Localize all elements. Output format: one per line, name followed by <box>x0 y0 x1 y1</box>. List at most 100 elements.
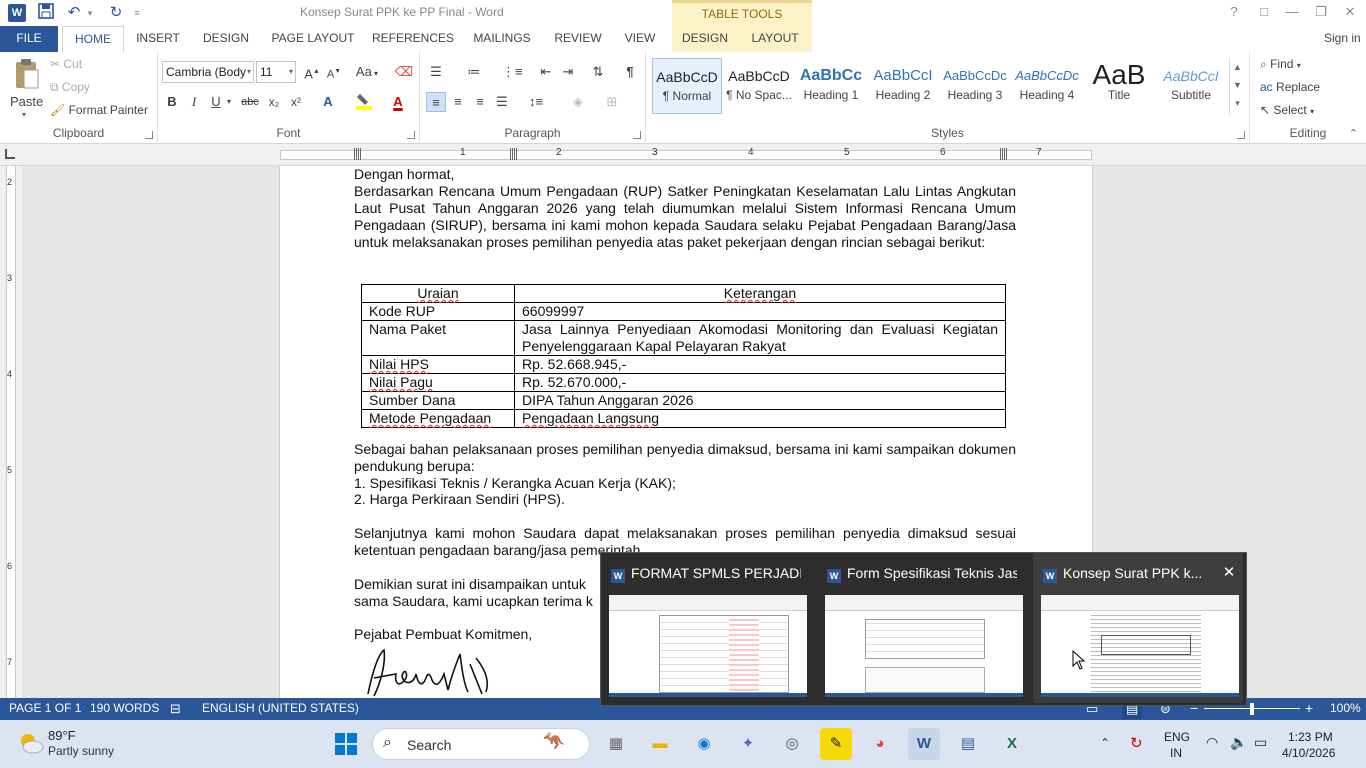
sync-icon[interactable]: ↻ <box>1130 734 1143 752</box>
zoom-slider-thumb[interactable] <box>1250 703 1254 715</box>
close-button[interactable]: ✕ <box>1340 3 1360 21</box>
battery-icon[interactable]: ▭ <box>1254 734 1267 751</box>
customize-qat-icon[interactable]: ≡ <box>130 3 144 23</box>
save-icon[interactable] <box>36 3 56 23</box>
style-heading-1[interactable]: AaBbCc Heading 1 <box>796 58 866 114</box>
opening-paragraph[interactable]: Berdasarkan Rencana Umum Pengadaan (RUP)… <box>354 183 1016 251</box>
language-line-1[interactable]: ENG <box>1164 730 1190 744</box>
style-no-spacing[interactable]: AaBbCcD ¶ No Spac... <box>724 58 794 114</box>
sticky-notes-icon[interactable]: ✎ <box>820 728 852 760</box>
decrease-indent-icon[interactable]: ⇤ <box>536 62 556 82</box>
collapse-ribbon-icon[interactable]: ⌃ <box>1349 127 1358 140</box>
style-heading-2[interactable]: AaBbCcI Heading 2 <box>868 58 938 114</box>
table-cell[interactable]: Pengadaan Langsung <box>514 409 1006 428</box>
table-cell[interactable]: Rp. 52.670.000,- <box>514 373 1006 392</box>
table-cell[interactable]: Jasa Lainnya Penyediaan Akomodasi Monito… <box>514 320 1006 356</box>
font-launcher-icon[interactable] <box>407 131 415 139</box>
weather-desc[interactable]: Partly sunny <box>48 744 114 758</box>
taskbar-search[interactable]: ⌕ Search 🦘 <box>372 728 590 760</box>
shrink-font-button[interactable]: A▼ <box>324 62 344 82</box>
style-heading-4[interactable]: AaBbCcDc Heading 4 <box>1012 58 1082 114</box>
tab-file[interactable]: FILE <box>0 26 58 52</box>
table-cell[interactable]: DIPA Tahun Anggaran 2026 <box>514 391 1006 410</box>
clock-date[interactable]: 4/10/2026 <box>1282 746 1335 760</box>
language-line-2[interactable]: IN <box>1170 746 1182 760</box>
align-center-icon[interactable]: ≡ <box>448 92 468 112</box>
styles-launcher-icon[interactable] <box>1237 131 1245 139</box>
excel-icon[interactable]: X <box>996 728 1028 760</box>
weather-icon[interactable] <box>16 730 44 756</box>
sort-icon[interactable]: ⇅ <box>588 62 608 82</box>
cut-button[interactable]: ✂ Cut <box>50 57 82 71</box>
tab-selector-icon[interactable] <box>5 149 15 159</box>
subscript-button[interactable]: x₂ <box>264 92 284 112</box>
style-heading-3[interactable]: AaBbCcDc Heading 3 <box>940 58 1010 114</box>
replace-button[interactable]: ac Replace <box>1260 80 1320 94</box>
tab-mailings[interactable]: MAILINGS <box>464 26 540 52</box>
table-cell[interactable]: Nama Paket <box>361 320 515 356</box>
window-preview-1[interactable]: WFORMAT SPMLS PERJADIN... <box>601 553 811 703</box>
edge-icon[interactable]: ◉ <box>688 728 720 760</box>
zoom-level[interactable]: 100% <box>1330 698 1361 719</box>
tab-references[interactable]: REFERENCES <box>370 26 456 52</box>
table-cell[interactable]: Nilai Pagu <box>361 373 515 392</box>
ribbon-display-button[interactable]: □ <box>1254 3 1274 21</box>
style-title[interactable]: AaB Title <box>1084 58 1154 114</box>
proofing-icon[interactable]: ⊟ <box>170 698 181 719</box>
window-preview-2[interactable]: W Form Spesifikasi Teknis Jas... <box>817 553 1027 703</box>
numbering-icon[interactable]: ≔ <box>464 62 484 82</box>
tab-home[interactable]: HOME <box>62 26 124 53</box>
table-cell[interactable]: Sumber Dana <box>361 391 515 410</box>
table-cell[interactable]: Kode RUP <box>361 302 515 321</box>
table-cell[interactable]: Nilai HPS <box>361 355 515 374</box>
volume-icon[interactable]: 🔈 <box>1230 734 1247 751</box>
bold-button[interactable]: B <box>162 92 182 112</box>
select-button[interactable]: ↖ Select ▾ <box>1260 103 1314 117</box>
redo-icon[interactable]: ↻ <box>106 3 126 23</box>
grow-font-button[interactable]: A▲ <box>302 62 322 82</box>
word-taskbar-icon[interactable]: W <box>908 728 940 760</box>
table-cell[interactable]: Rp. 52.668.945,- <box>514 355 1006 374</box>
weather-temp[interactable]: 89°F <box>48 728 76 743</box>
word-count[interactable]: 190 WORDS <box>90 698 159 719</box>
undo-icon[interactable]: ↶ <box>64 3 84 23</box>
clipboard-launcher-icon[interactable] <box>145 131 153 139</box>
clock-time[interactable]: 1:23 PM <box>1288 730 1333 744</box>
copilot-icon[interactable]: ✦ <box>732 728 764 760</box>
table-column-marker[interactable] <box>354 148 362 160</box>
underline-button[interactable]: U <box>206 92 226 112</box>
font-family-select[interactable]: Cambria (Body ▾ <box>162 61 254 83</box>
table-column-marker[interactable] <box>1000 148 1008 160</box>
greeting-text[interactable]: Dengan hormat, <box>354 166 1016 183</box>
font-size-select[interactable]: 11 ▾ <box>256 61 296 83</box>
show-formatting-button[interactable]: ¶ <box>620 62 640 82</box>
file-explorer-icon[interactable]: ▬ <box>644 728 676 760</box>
tab-review[interactable]: REVIEW <box>548 26 608 52</box>
table-cell[interactable]: Metode Pengadaan <box>361 409 515 428</box>
style-normal[interactable]: AaBbCcD ¶ Normal <box>652 58 722 114</box>
chrome-icon[interactable]: ◕ <box>864 728 896 760</box>
undo-dropdown-icon[interactable]: ▾ <box>84 3 96 23</box>
find-button[interactable]: ⌕ Find ▾ <box>1260 57 1301 72</box>
bullets-icon[interactable]: ☰ <box>426 62 446 82</box>
language-indicator[interactable]: ENGLISH (UNITED STATES) <box>202 698 359 719</box>
italic-button[interactable]: I <box>184 92 204 112</box>
style-subtitle[interactable]: AaBbCcI Subtitle <box>1156 58 1226 114</box>
paste-dropdown-icon[interactable]: ▾ <box>22 110 26 119</box>
window-preview-3[interactable]: W Konsep Surat PPK k... <box>1033 553 1243 703</box>
shading-icon[interactable]: ◈ <box>568 92 588 112</box>
strikethrough-button[interactable]: abc <box>238 92 262 112</box>
windows-start-icon[interactable] <box>330 728 362 760</box>
justify-icon[interactable]: ☰ <box>492 92 512 112</box>
font-color-icon[interactable]: A <box>388 92 408 112</box>
line-spacing-icon[interactable]: ↕≡ <box>526 92 546 112</box>
close-preview-button[interactable]: ✕ <box>1219 563 1239 583</box>
underline-dropdown-icon[interactable]: ▾ <box>224 92 234 112</box>
help-button[interactable]: ? <box>1224 3 1244 21</box>
clear-formatting-icon[interactable]: ⌫ <box>394 62 414 82</box>
highlight-icon[interactable] <box>354 92 374 112</box>
table-header-cell[interactable]: Uraian <box>361 284 515 303</box>
task-view-icon[interactable]: ▦ <box>600 728 632 760</box>
calculator-icon[interactable]: ▤ <box>952 728 984 760</box>
paragraph-launcher-icon[interactable] <box>633 131 641 139</box>
